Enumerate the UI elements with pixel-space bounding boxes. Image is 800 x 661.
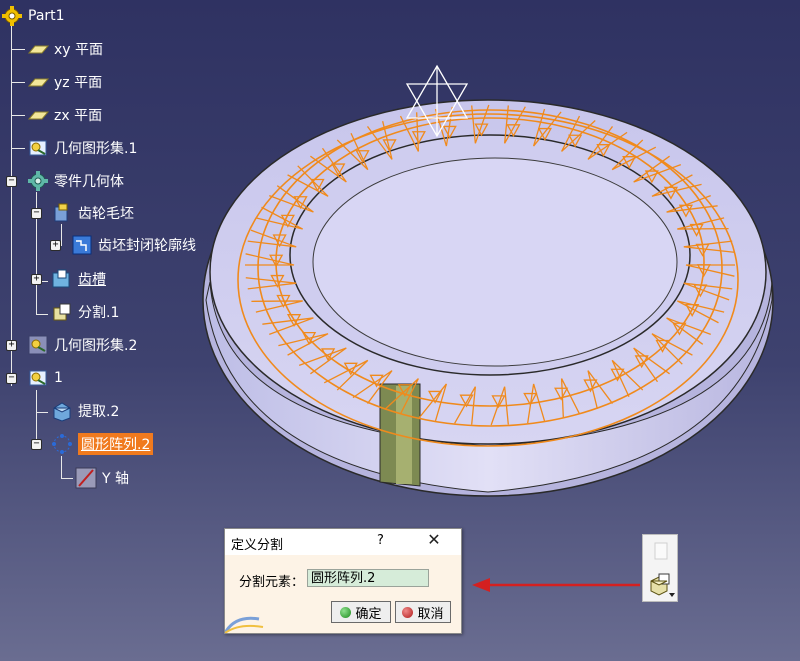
geometrical-set-icon [29,370,47,386]
tree-item-yz-plane[interactable]: yz 平面 [26,70,102,94]
tree-label: 1 [54,370,63,386]
tree-root-part1[interactable]: Part1 [0,4,65,28]
circular-pattern-icon [52,434,72,454]
collapse-toggle[interactable]: − [6,373,17,384]
expand-toggle[interactable]: + [31,274,42,285]
dialog-title-bar[interactable]: 定义分割 ? ✕ [225,529,461,555]
collapse-toggle[interactable]: − [31,439,42,450]
tree-label: 零件几何体 [54,174,124,190]
split-toolbar[interactable] [642,534,678,602]
part-gear-icon [2,6,22,26]
tree-label: xy 平面 [54,42,104,58]
annotation-arrow [472,578,640,592]
plane-icon [27,111,50,120]
cancel-dot-icon [402,606,414,618]
dialog-title: 定义分割 [231,538,284,553]
sketch-icon [72,235,92,255]
help-button[interactable]: ? [377,533,384,548]
tree-item-circular-pattern-2[interactable]: 圆形阵列.2 [50,432,154,456]
specification-tree[interactable]: Part1 xy 平面 yz 平面 zx 平面 几何图形集.1 − 零件几何体 … [0,0,240,500]
ok-button[interactable]: 确定 [331,601,391,623]
pad-icon [54,203,68,222]
splitting-element-label: 分割元素： [239,575,305,590]
tree-item-part-body[interactable]: 零件几何体 [26,169,124,193]
tree-label: 圆形阵列.2 [78,433,154,455]
ok-label: 确定 [355,606,382,622]
tree-label: 提取.2 [78,404,120,420]
collapse-toggle[interactable]: − [31,208,42,219]
collapse-toggle[interactable]: − [6,176,17,187]
tree-label: Part1 [28,8,65,24]
plane-icon [27,78,50,87]
expand-toggle[interactable]: + [50,240,61,251]
tree-item-zx-plane[interactable]: zx 平面 [26,103,102,127]
tree-label: yz 平面 [54,75,103,91]
close-button[interactable]: ✕ [425,531,443,549]
tree-item-split-1[interactable]: 分割.1 [50,300,119,324]
tree-item-tooth-slot[interactable]: 齿槽 [50,267,106,291]
tree-item-y-axis[interactable]: Y 轴 [74,466,129,490]
dialog-decoration-icon [225,616,264,633]
blank-icon[interactable] [647,539,673,565]
splitting-element-field[interactable]: 圆形阵列.2 [307,569,429,587]
geometrical-set-icon [28,335,48,355]
split-icon [53,303,71,321]
tree-item-geometric-set-1[interactable]: 几何图形集.1 [26,136,137,160]
tree-item-blank-contour[interactable]: 齿坯封闭轮廓线 [70,233,196,257]
3d-viewport[interactable]: Part1 xy 平面 yz 平面 zx 平面 几何图形集.1 − 零件几何体 … [0,0,800,661]
expand-toggle[interactable]: + [6,340,17,351]
plane-icon [27,45,50,54]
body-gear-icon [28,171,48,191]
tree-label: 齿轮毛坯 [78,206,134,222]
define-split-dialog[interactable]: 定义分割 ? ✕ 分割元素： 圆形阵列.2 确定 取消 [224,528,462,634]
tree-label: 几何图形集.2 [54,338,138,354]
axis-icon [75,467,97,489]
tree-label: 齿槽 [78,272,106,288]
tree-label: Y 轴 [102,471,130,487]
tree-item-set-1[interactable]: 1 [26,366,63,390]
extract-icon [53,402,71,422]
pocket-icon [52,269,70,288]
tree-label: 齿坯封闭轮廓线 [98,238,196,254]
geometrical-set-icon [29,140,47,156]
tree-label: zx 平面 [54,108,103,124]
cancel-label: 取消 [417,606,444,622]
tree-item-xy-plane[interactable]: xy 平面 [26,37,103,61]
tree-item-extract-2[interactable]: 提取.2 [50,399,119,423]
chevron-down-icon[interactable] [669,593,675,597]
cancel-button[interactable]: 取消 [395,601,451,623]
tree-label: 分割.1 [78,305,120,321]
ok-dot-icon [340,606,352,618]
tree-item-geometric-set-2[interactable]: 几何图形集.2 [26,333,137,357]
tree-label: 几何图形集.1 [54,141,138,157]
tree-item-gear-blank[interactable]: 齿轮毛坯 [50,201,134,225]
